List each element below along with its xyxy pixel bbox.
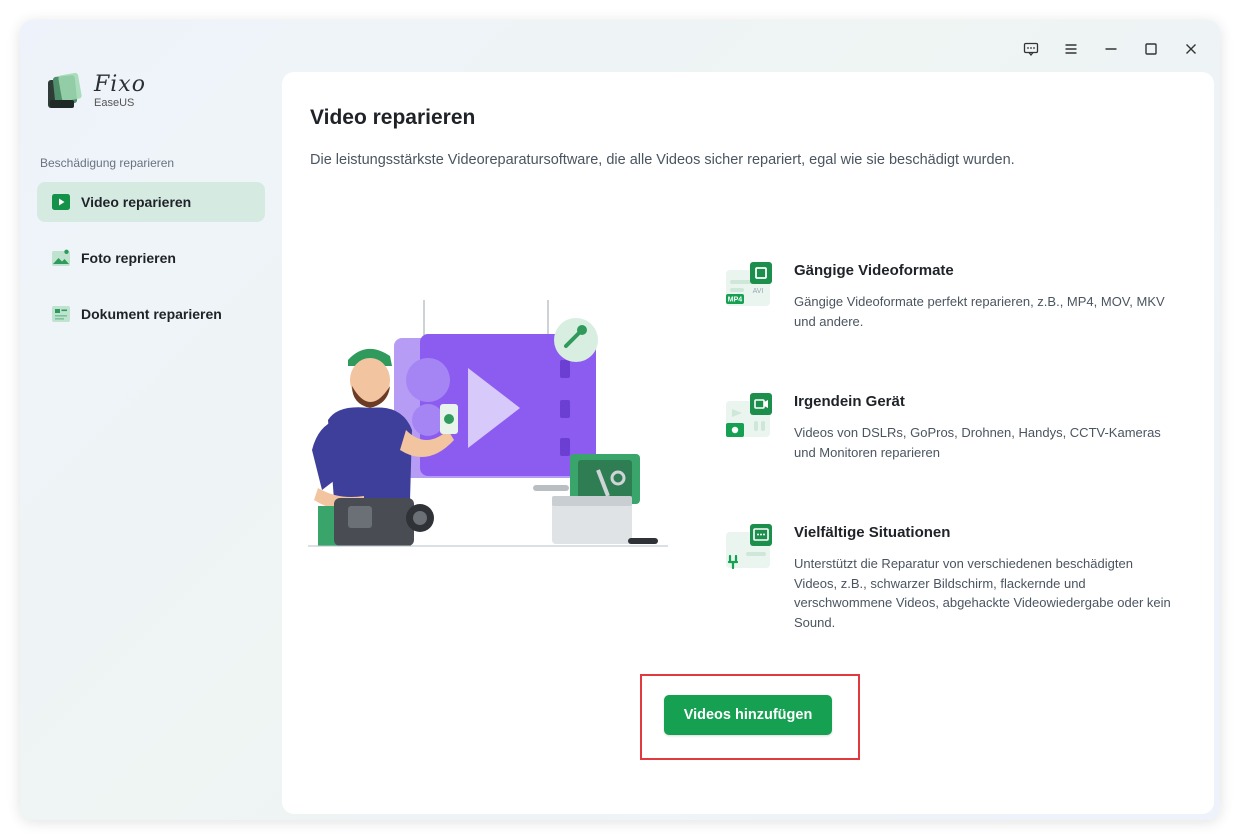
format-tag-mp4: MP4 — [728, 297, 743, 304]
sidebar-item-label: Foto reprieren — [81, 250, 176, 266]
add-videos-button[interactable]: Videos hinzufügen — [664, 695, 832, 735]
page-subtitle: Die leistungsstärkste Videoreparatursoft… — [310, 152, 1015, 168]
close-icon[interactable] — [1178, 36, 1204, 62]
fixo-logo-icon — [46, 70, 86, 112]
sidebar-item-video-repair[interactable]: Video reparieren — [37, 182, 265, 222]
feedback-message-icon[interactable] — [1018, 36, 1044, 62]
feature-title: Irgendein Gerät — [794, 393, 905, 410]
app-vendor: EaseUS — [94, 96, 135, 109]
feature-description: Videos von DSLRs, GoPros, Drohnen, Handy… — [794, 425, 1161, 460]
document-icon — [51, 304, 71, 324]
sidebar-nav: Video reparieren Foto reprieren Dokument… — [37, 182, 265, 350]
page-title: Video reparieren — [310, 106, 476, 129]
feature-title: Gängige Videoformate — [794, 262, 954, 279]
video-format-icon: MP4 AVI — [724, 260, 776, 310]
feature-title: Vielfältige Situationen — [794, 524, 951, 541]
sidebar-section-label: Beschädigung reparieren — [40, 156, 175, 170]
minimize-icon[interactable] — [1098, 36, 1124, 62]
sidebar-item-document-repair[interactable]: Dokument reparieren — [37, 294, 265, 334]
app-logo: Fixo EaseUS — [46, 70, 146, 112]
video-play-icon — [51, 192, 71, 212]
photo-icon — [51, 248, 71, 268]
sidebar-item-label: Video reparieren — [81, 194, 192, 210]
device-camera-icon — [724, 391, 776, 441]
app-name: Fixo — [94, 71, 146, 97]
feature-description: Unterstützt die Reparatur von verschiede… — [794, 556, 1171, 630]
sidebar-item-photo-repair[interactable]: Foto reprieren — [37, 238, 265, 278]
sidebar-item-label: Dokument reparieren — [81, 306, 222, 322]
window-controls — [1018, 36, 1204, 62]
feature-description: Gängige Videoformate perfekt reparieren,… — [794, 294, 1165, 329]
repair-illustration — [308, 300, 678, 560]
main-panel: Video reparieren Die leistungsstärkste V… — [282, 72, 1214, 814]
situation-screen-icon — [724, 522, 776, 572]
hamburger-menu-icon[interactable] — [1058, 36, 1084, 62]
format-tag-avi: AVI — [753, 288, 764, 295]
app-window: Fixo EaseUS Beschädigung reparieren Vide… — [20, 20, 1220, 820]
maximize-icon[interactable] — [1138, 36, 1164, 62]
